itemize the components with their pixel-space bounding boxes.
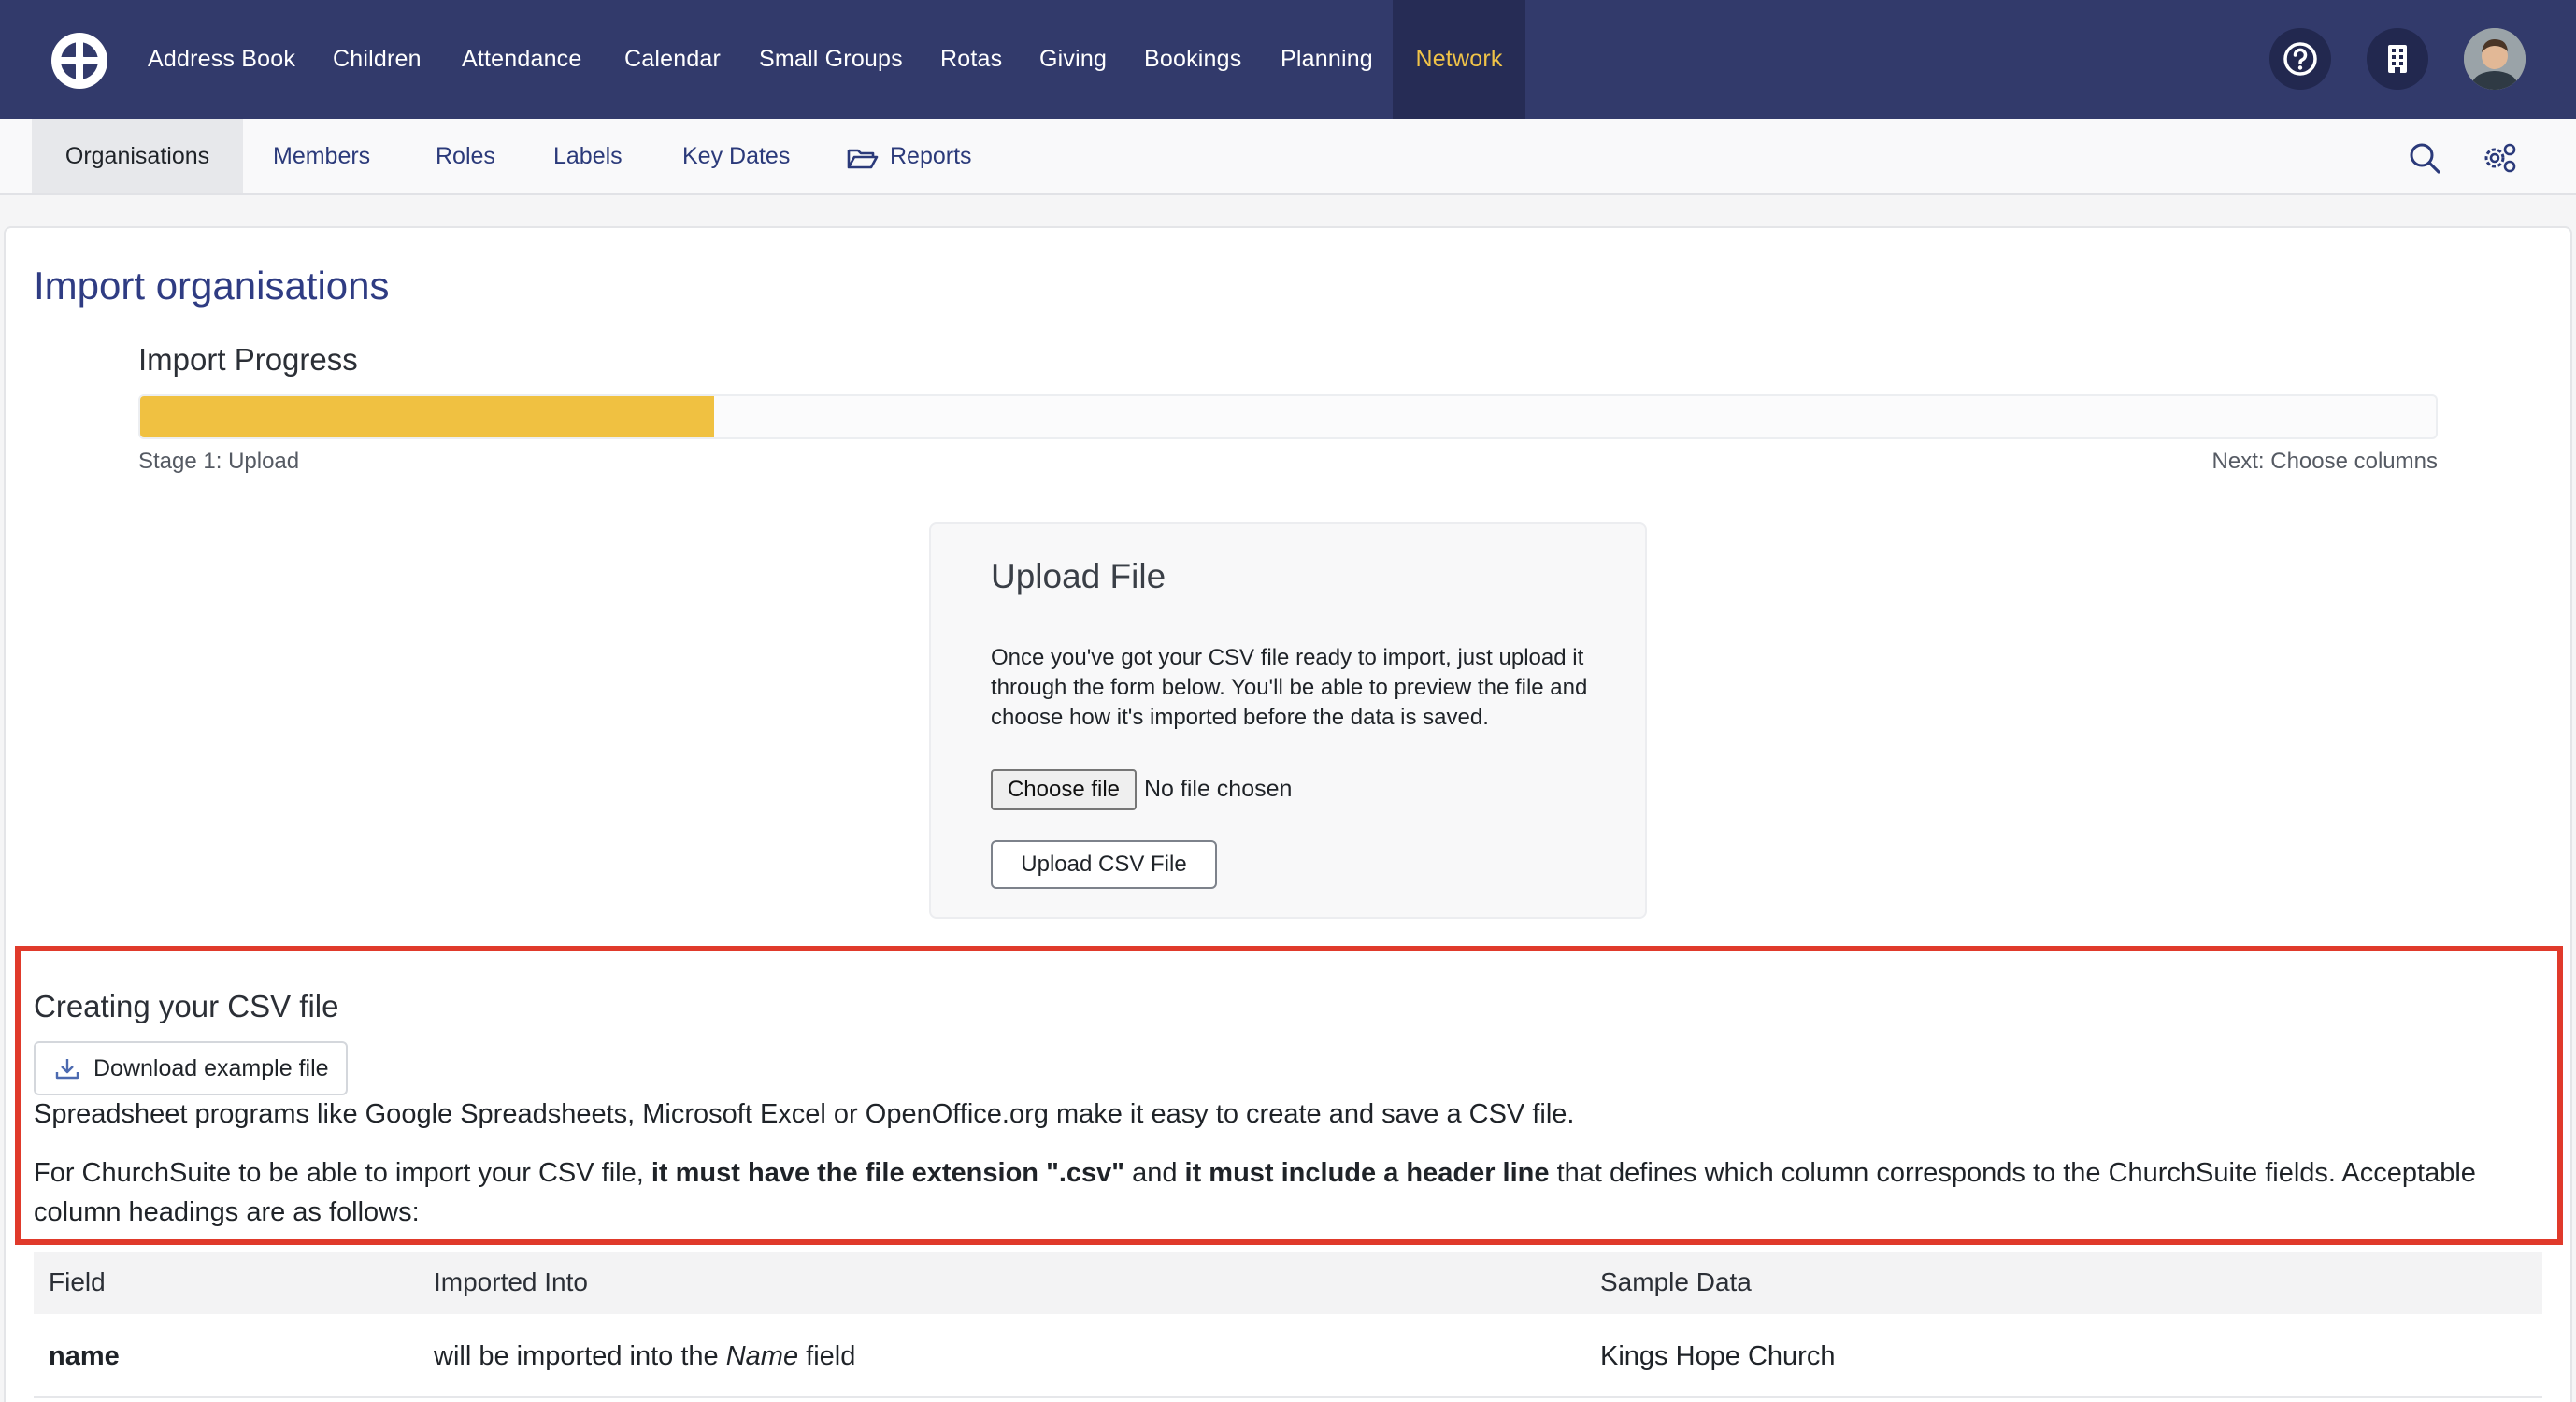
column-header-field: Field — [49, 1267, 106, 1296]
settings-gears-icon[interactable] — [2481, 139, 2518, 177]
nav-planning[interactable]: Planning — [1281, 0, 1373, 119]
csv-section-heading: Creating your CSV file — [34, 989, 339, 1023]
tab-organisations[interactable]: Organisations — [32, 119, 243, 193]
help-icon — [2283, 42, 2317, 76]
tab-labels[interactable]: Labels — [553, 119, 623, 193]
sub-navigation: Organisations Members Roles Labels Key D… — [0, 119, 2576, 195]
tab-reports[interactable]: Reports — [890, 119, 972, 193]
progress-label: Import Progress — [138, 342, 358, 377]
column-header-imported-into: Imported Into — [434, 1267, 588, 1296]
download-icon — [55, 1059, 79, 1080]
churchsuite-logo-icon[interactable] — [49, 30, 110, 92]
organisation-switch-button[interactable] — [2367, 28, 2428, 90]
nav-calendar[interactable]: Calendar — [624, 0, 721, 119]
top-navigation: Address Book Children Attendance Calenda… — [0, 0, 2576, 119]
upload-title: Upload File — [991, 557, 1166, 595]
progress-stage: Stage 1: Upload — [138, 449, 300, 474]
tab-key-dates[interactable]: Key Dates — [682, 119, 790, 193]
sample-data-cell: Kings Hope Church — [1600, 1341, 1836, 1371]
table-row: name will be imported into the Name fiel… — [34, 1314, 2542, 1398]
choose-file-button[interactable]: Choose file — [991, 769, 1137, 810]
help-button[interactable] — [2269, 28, 2331, 90]
progress-bar — [138, 394, 2438, 439]
tab-roles[interactable]: Roles — [436, 119, 495, 193]
table-header: Field Imported Into Sample Data — [34, 1252, 2542, 1314]
download-example-button[interactable]: Download example file — [34, 1041, 348, 1095]
search-icon[interactable] — [2406, 139, 2443, 177]
csv-intro-text: Spreadsheet programs like Google Spreads… — [34, 1099, 1575, 1129]
page-title: Import organisations — [34, 264, 390, 308]
nav-bookings[interactable]: Bookings — [1144, 0, 1241, 119]
nav-children[interactable]: Children — [333, 0, 422, 119]
imported-into-cell: will be imported into the Name field — [434, 1341, 856, 1371]
progress-next-stage: Next: Choose columns — [2211, 449, 2438, 474]
nav-network[interactable]: Network — [1393, 0, 1525, 119]
nav-rotas[interactable]: Rotas — [940, 0, 1002, 119]
upload-csv-button[interactable]: Upload CSV File — [991, 840, 1217, 889]
progress-bar-fill — [140, 396, 714, 437]
building-icon — [2388, 45, 2407, 73]
folder-open-icon — [847, 149, 879, 169]
user-photo-icon — [2464, 28, 2526, 90]
avatar[interactable] — [2464, 28, 2526, 90]
download-example-label: Download example file — [93, 1055, 329, 1081]
upload-description: Once you've got your CSV file ready to i… — [991, 645, 1588, 730]
csv-requirements-text: For ChurchSuite to be able to import you… — [34, 1158, 2476, 1227]
nav-small-groups[interactable]: Small Groups — [759, 0, 903, 119]
field-name-cell: name — [49, 1341, 120, 1371]
tab-members[interactable]: Members — [273, 119, 370, 193]
nav-attendance[interactable]: Attendance — [462, 0, 582, 119]
file-status: No file chosen — [1144, 776, 1293, 802]
nav-address-book[interactable]: Address Book — [148, 0, 295, 119]
nav-giving[interactable]: Giving — [1039, 0, 1107, 119]
column-header-sample-data: Sample Data — [1600, 1267, 1752, 1296]
